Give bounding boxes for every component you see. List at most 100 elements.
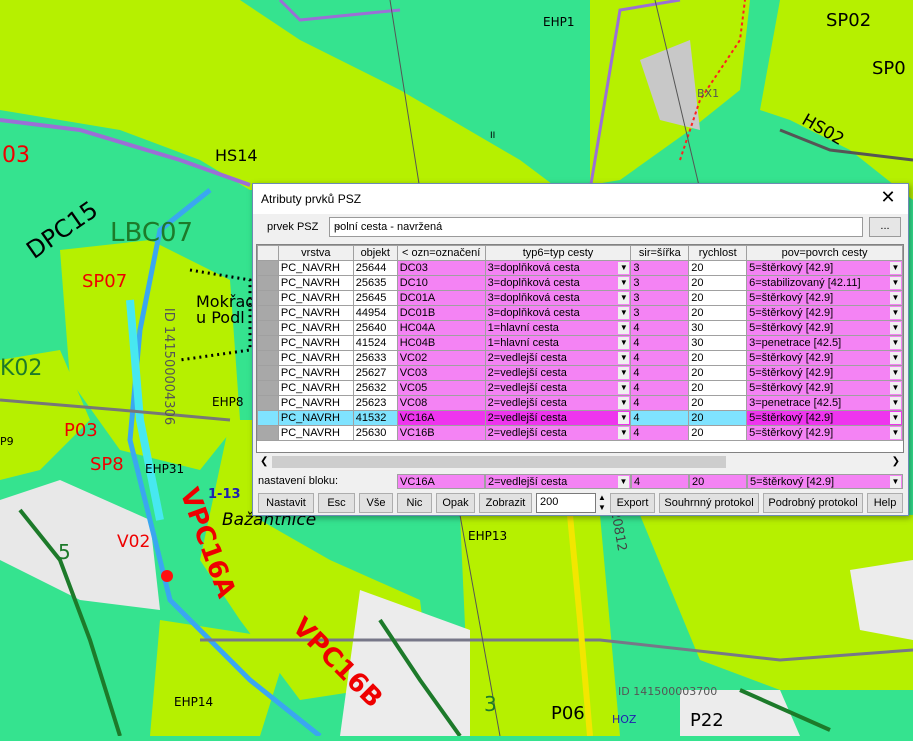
table-row[interactable]: PC_NAVRH 41532 VC16A 2=vedlejší cesta ▼ 4 20 5=… <box>257 410 903 426</box>
table-row[interactable]: PC_NAVRH 25644 DC03 3=doplňková cesta ▼ 3 20 5=… <box>257 260 903 276</box>
table-cell[interactable]: 1=hlavní cesta ▼ <box>484 335 632 351</box>
table-cell[interactable]: 20 <box>688 365 748 381</box>
table-cell[interactable]: 20 <box>688 275 748 291</box>
table-cell[interactable]: VC16B <box>396 425 486 441</box>
dropdown-arrow-icon[interactable]: ▼ <box>890 307 901 319</box>
zobrazit-button[interactable]: Zobrazit <box>479 493 532 513</box>
block-ozn-cell[interactable]: VC16A <box>397 474 485 489</box>
dropdown-arrow-icon[interactable]: ▼ <box>890 322 901 334</box>
table-cell[interactable]: 30 <box>688 320 748 336</box>
table-cell[interactable]: 2=vedlejší cesta ▼ <box>484 380 632 396</box>
table-cell[interactable]: 20 <box>688 410 748 426</box>
summary-protocol-button[interactable]: Souhrnný protokol <box>659 493 759 513</box>
table-row[interactable]: PC_NAVRH 25632 VC05 2=vedlejší cesta ▼ 4 20 5=š… <box>257 380 903 396</box>
table-row[interactable]: PC_NAVRH 25630 VC16B 2=vedlejší cesta ▼ 4 20 5=… <box>257 425 903 441</box>
table-row[interactable]: PC_NAVRH 41524 HC04B 1=hlavní cesta ▼ 4 30 3=pe… <box>257 335 903 351</box>
table-cell[interactable]: 5=štěrkový [42.9] ▼ <box>746 320 903 336</box>
dropdown-arrow-icon[interactable]: ▼ <box>890 352 901 364</box>
table-cell[interactable]: VC03 <box>396 365 486 381</box>
table-cell[interactable]: 2=vedlejší cesta ▼ <box>484 395 632 411</box>
psz-select[interactable]: polní cesta - navržená ⌄ <box>329 217 863 237</box>
table-cell[interactable]: 44954 <box>352 305 398 321</box>
table-cell[interactable]: PC_NAVRH <box>277 425 354 441</box>
table-cell[interactable]: 3=doplňková cesta ▼ <box>484 305 632 321</box>
table-cell[interactable]: DC10 <box>396 275 486 291</box>
row-header[interactable] <box>257 365 279 381</box>
table-cell[interactable]: PC_NAVRH <box>277 305 354 321</box>
dropdown-arrow-icon[interactable]: ▼ <box>890 476 901 488</box>
browse-button[interactable]: ... <box>869 217 901 237</box>
table-cell[interactable]: 1=hlavní cesta ▼ <box>484 320 632 336</box>
dropdown-arrow-icon[interactable]: ▼ <box>618 352 630 364</box>
dropdown-arrow-icon[interactable]: ▼ <box>618 307 630 319</box>
table-cell[interactable]: VC16A <box>396 410 486 426</box>
vse-button[interactable]: Vše <box>359 493 393 513</box>
table-cell[interactable]: 4 <box>630 365 690 381</box>
table-cell[interactable]: PC_NAVRH <box>277 290 354 306</box>
table-row[interactable]: PC_NAVRH 44954 DC01B 3=doplňková cesta ▼ 3 20 5… <box>257 305 903 321</box>
table-cell[interactable]: 3=penetrace [42.5] ▼ <box>746 335 903 351</box>
table-cell[interactable]: PC_NAVRH <box>277 260 354 276</box>
row-header[interactable] <box>257 290 279 306</box>
table-cell[interactable]: 4 <box>630 380 690 396</box>
table-cell[interactable]: 6=stabilizovaný [42.11] ▼ <box>746 275 903 291</box>
dropdown-arrow-icon[interactable]: ▼ <box>618 476 629 488</box>
table-cell[interactable]: 3 <box>630 275 690 291</box>
table-cell[interactable]: 2=vedlejší cesta ▼ <box>484 410 632 426</box>
table-cell[interactable]: 3 <box>630 290 690 306</box>
column-header[interactable]: objekt <box>352 245 398 261</box>
zoom-input[interactable]: 200 <box>536 493 596 513</box>
dropdown-arrow-icon[interactable]: ▼ <box>890 382 901 394</box>
table-cell[interactable]: PC_NAVRH <box>277 365 354 381</box>
table-cell[interactable]: 2=vedlejší cesta ▼ <box>484 365 632 381</box>
dropdown-arrow-icon[interactable]: ▼ <box>890 412 901 424</box>
table-cell[interactable]: PC_NAVRH <box>277 275 354 291</box>
table-cell[interactable]: 4 <box>630 350 690 366</box>
table-cell[interactable]: 2=vedlejší cesta ▼ <box>484 350 632 366</box>
table-row[interactable]: PC_NAVRH 25627 VC03 2=vedlejší cesta ▼ 4 20 5=š… <box>257 365 903 381</box>
table-cell[interactable]: 4 <box>630 335 690 351</box>
table-cell[interactable]: 25645 <box>352 290 398 306</box>
dropdown-arrow-icon[interactable]: ▼ <box>890 397 901 409</box>
row-header[interactable] <box>257 335 279 351</box>
column-header[interactable]: vrstva <box>277 245 354 261</box>
row-header[interactable] <box>257 380 279 396</box>
table-cell[interactable]: DC01B <box>396 305 486 321</box>
column-header[interactable]: typ6=typ cesty <box>484 245 632 261</box>
help-button[interactable]: Help <box>867 493 903 513</box>
column-header[interactable]: < ozn=označení <box>396 245 486 261</box>
dropdown-arrow-icon[interactable]: ▼ <box>618 292 630 304</box>
table-cell[interactable]: 5=štěrkový [42.9] ▼ <box>746 365 903 381</box>
stepper-down-icon[interactable]: ▼ <box>596 503 608 513</box>
table-cell[interactable]: 4 <box>630 320 690 336</box>
table-cell[interactable]: PC_NAVRH <box>277 320 354 336</box>
table-cell[interactable]: 25640 <box>352 320 398 336</box>
block-pov-cell[interactable]: 5=štěrkový [42.9] ▼ <box>747 474 903 489</box>
dropdown-arrow-icon[interactable]: ▼ <box>890 292 901 304</box>
table-row[interactable]: PC_NAVRH 25633 VC02 2=vedlejší cesta ▼ 4 20 5=š… <box>257 350 903 366</box>
table-cell[interactable]: PC_NAVRH <box>277 350 354 366</box>
dropdown-arrow-icon[interactable]: ▼ <box>618 337 630 349</box>
table-row[interactable]: PC_NAVRH 25635 DC10 3=doplňková cesta ▼ 3 20 6=… <box>257 275 903 291</box>
row-header[interactable] <box>257 350 279 366</box>
table-row[interactable]: PC_NAVRH 25645 DC01A 3=doplňková cesta ▼ 3 20 5… <box>257 290 903 306</box>
table-cell[interactable]: 25632 <box>352 380 398 396</box>
table-cell[interactable]: 25623 <box>352 395 398 411</box>
table-cell[interactable]: 3 <box>630 260 690 276</box>
dropdown-arrow-icon[interactable]: ▼ <box>890 277 901 289</box>
dropdown-arrow-icon[interactable]: ▼ <box>890 427 901 439</box>
table-row[interactable]: PC_NAVRH 25623 VC08 2=vedlejší cesta ▼ 4 20 3=p… <box>257 395 903 411</box>
chevron-down-icon[interactable]: ⌄ <box>334 220 859 231</box>
table-cell[interactable]: 3=penetrace [42.5] ▼ <box>746 395 903 411</box>
dropdown-arrow-icon[interactable]: ▼ <box>618 322 630 334</box>
table-cell[interactable]: 25635 <box>352 275 398 291</box>
table-cell[interactable]: DC01A <box>396 290 486 306</box>
table-cell[interactable]: 25633 <box>352 350 398 366</box>
block-typ-cell[interactable]: 2=vedlejší cesta ▼ <box>485 474 631 489</box>
dropdown-arrow-icon[interactable]: ▼ <box>890 262 901 274</box>
row-header[interactable] <box>257 320 279 336</box>
table-cell[interactable]: 5=štěrkový [42.9] ▼ <box>746 350 903 366</box>
row-header[interactable] <box>257 425 279 441</box>
table-cell[interactable]: 20 <box>688 305 748 321</box>
table-cell[interactable]: 4 <box>630 425 690 441</box>
